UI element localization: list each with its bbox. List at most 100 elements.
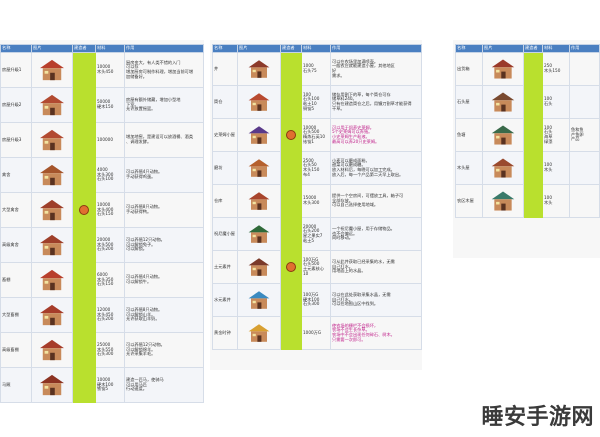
cell-effect: 可以在此处获取采集水晶，无需 自己打水。 可以在地图山区中找到。	[330, 283, 422, 317]
cell-effect	[569, 52, 600, 86]
building-icon	[248, 60, 270, 78]
building-icon	[491, 92, 515, 112]
cell-material: 100 木头	[542, 184, 570, 218]
cell-effect: 可以在农场里加满喷壶。 一般农庄就能建造小屋，其他地区 好 需求。	[330, 52, 422, 86]
building-icon	[491, 158, 515, 178]
buildings-table-3: 名称 图片 建造者 材料 作用 出货箱 250 木头150 石头屋 100 石头 鱼塘 1…	[455, 44, 600, 218]
building-icon	[248, 192, 270, 210]
cell-effect: 可以用于饲养史莱姆。 5个史莱姆可以养殖。 小史莱姆生产粘液。 最高可以养20只…	[330, 118, 422, 152]
cell-effect: 一个祝尼魔小屋，用于存储物品。 也不会偏远。 同时移动。	[330, 217, 422, 251]
cell-name: 禽舍	[0, 157, 32, 193]
cell-name: 农区木屋	[455, 184, 483, 218]
building-icon	[491, 191, 515, 211]
table-row: 禽舍 4000 木头300 石头100 可以养殖4只动物。 手动获得鸡蛋。	[0, 157, 204, 193]
cell-name: 史莱姆小屋	[212, 118, 238, 152]
table-row: 鱼塘 100 石头 海草 绿藻 鱼和鱼 产鱼卵 产品	[455, 118, 600, 152]
cell-builder	[72, 227, 96, 263]
cell-name: 畜棚	[0, 262, 32, 298]
cell-image	[31, 297, 73, 333]
building-icon	[40, 164, 64, 186]
building-icon	[248, 159, 270, 177]
cell-material: 100 石头 海草 绿藻	[542, 118, 570, 152]
header-mat: 材料	[301, 44, 331, 53]
table-row: 马厩 10000 硬木100 铁锭5 建造一匹马，使骑马 可以用马匹 行动速度。	[0, 367, 204, 403]
cell-builder	[72, 332, 96, 368]
building-icon	[491, 59, 515, 79]
builder-avatar-icon	[286, 130, 296, 140]
cell-image	[482, 85, 524, 119]
cell-builder	[72, 122, 96, 158]
cell-effect: 厨房变大，有人类不错的入门 可以存 增加厨房可制作料理，增加当前可增 加储备好。	[124, 52, 204, 88]
cell-material: 1000 石头75	[301, 52, 331, 86]
cell-image	[31, 157, 73, 193]
cell-material: 10000 石头500 精炼石英10 铱锭1	[301, 118, 331, 152]
cell-builder	[523, 52, 543, 86]
header-image: 图片	[237, 44, 281, 53]
cell-name: 房屋升级2	[0, 87, 32, 123]
cell-material: 100 木头	[542, 151, 570, 185]
table-row: 房屋升级1 10000 木头450 厨房变大，有人类不错的入门 可以存 增加厨房可制…	[0, 52, 204, 88]
cell-builder	[72, 192, 96, 228]
cell-material: 25000 木头550 石头300	[95, 332, 125, 368]
cell-image	[237, 217, 281, 251]
table-row: 石头屋 100 石头	[455, 85, 600, 119]
cell-image	[31, 192, 73, 228]
cell-effect: 使农场的栅栏不会损坏， 农场不会生长杂草。 农场中不会出现任何碎石、树木。 只需…	[330, 316, 422, 350]
building-icon	[40, 304, 64, 326]
table-row: 出货箱 250 木头150	[455, 52, 600, 86]
cell-name: 出货箱	[455, 52, 483, 86]
cell-image	[237, 118, 281, 152]
header-mat: 材料	[95, 44, 125, 53]
cell-name: 大型畜棚	[0, 297, 32, 333]
table-row: 房屋升级3 100000 增加地窖，是建设可以放酒桶、酒类 、调理发酵。	[0, 122, 204, 158]
cell-effect: 建造一匹马，使骑马 可以用马匹 行动速度。	[124, 367, 204, 403]
cell-name: 仓库	[212, 184, 238, 218]
table-row: 黄金时钟 1000万G 使农场的栅栏不会损坏， 农场不会生长杂草。 农场中不会出现任…	[212, 316, 422, 350]
cell-builder	[280, 85, 302, 119]
header-mat: 材料	[542, 44, 570, 53]
cell-material: 100 石头	[542, 85, 570, 119]
cell-effect: 可以养殖4只动物。 可以解锁牛。	[124, 262, 204, 298]
cell-image	[237, 85, 281, 119]
cell-material: 20000 木头500 石头200	[95, 227, 125, 263]
cell-image	[31, 87, 73, 123]
cell-material: 1000万G	[301, 316, 331, 350]
cell-name: 石头屋	[455, 85, 483, 119]
cell-image	[237, 151, 281, 185]
cell-image	[482, 184, 524, 218]
building-icon	[248, 126, 270, 144]
table-row: 筒仓 100 石头100 粘土10 铜锭5 储存用割下的草，每个筒仓可存 储草料24…	[212, 85, 422, 119]
builder-avatar-icon	[286, 262, 296, 272]
header-image: 图片	[31, 44, 73, 53]
cell-effect: 可以养殖8只动物。 手动获得鸭。	[124, 192, 204, 228]
cell-effect: 房屋有额外储藏，增加小型地 下室。 允许放置摇篮。	[124, 87, 204, 123]
table-row: 史莱姆小屋 10000 石头500 精炼石英10 铱锭1 可以用于饲养史莱姆。 5个…	[212, 118, 422, 152]
cell-builder	[523, 118, 543, 152]
cell-builder	[72, 157, 96, 193]
header-req: 建造者	[72, 44, 96, 53]
watermark-text: 睡安手游网	[481, 405, 594, 430]
cell-effect: 储存用割下的草，每个筒仓可存 储草料240。 只有在建造筒仓之后，用镰刀割草才能…	[330, 85, 422, 119]
cell-material: 100 石头100 粘土10 铜锭5	[301, 85, 331, 119]
cell-effect	[569, 151, 600, 185]
header-req: 建造者	[523, 44, 543, 53]
cell-name: 水元素井	[212, 283, 238, 317]
cell-material: 250 木头150	[542, 52, 570, 86]
cell-name: 筒仓	[212, 85, 238, 119]
header-effect: 作用	[124, 44, 204, 53]
cell-name: 房屋升级1	[0, 52, 32, 88]
table-row: 大型畜棚 12000 木头450 石头200 可以养殖8只动物。 可以解锁山羊。 允…	[0, 297, 204, 333]
cell-material: 4000 木头300 石头100	[95, 157, 125, 193]
cell-name: 高级畜棚	[0, 332, 32, 368]
cell-material: 10000 木头450	[95, 52, 125, 88]
cell-name: 大型禽舍	[0, 192, 32, 228]
cell-effect: 可以养殖12只动物。 可以解锁兔子。 可以解锁。	[124, 227, 204, 263]
building-icon	[40, 269, 64, 291]
cell-image	[31, 262, 73, 298]
cell-effect: 可以养殖12只动物。 可以解锁绵羊。 允许采集羊毛。	[124, 332, 204, 368]
cell-effect: 小麦可以磨成面粉。 甜菜可以磨成糖。 放入材料后，每晚可以加工完成。 放入后，每…	[330, 151, 422, 185]
building-icon	[248, 324, 270, 342]
cell-material: 100万G 石头500 土元素核心10	[301, 250, 331, 284]
cell-builder	[280, 316, 302, 350]
buildings-table-2: 名称 图片 建造者 材料 作用 井 1000 石头75 可以在农场里加满喷壶。 一般…	[212, 44, 422, 350]
